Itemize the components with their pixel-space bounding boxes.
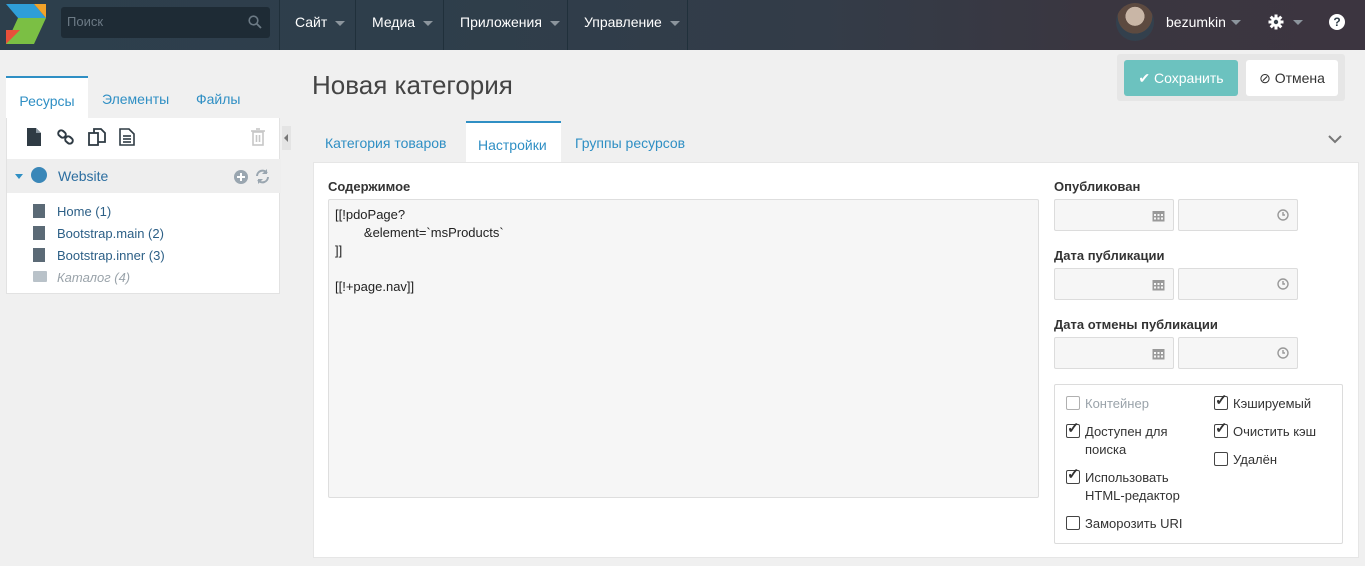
pubdate-label: Дата публикации	[1054, 248, 1165, 263]
nav-manage[interactable]: Управление	[584, 0, 680, 50]
left-tabs: Ресурсы Элементы Файлы	[6, 76, 280, 118]
page-title: Новая категория	[312, 70, 513, 100]
tree-item[interactable]: Каталог (4)	[57, 270, 130, 285]
unpubdate-date-field[interactable]	[1054, 337, 1174, 369]
chevron-down-icon	[549, 20, 560, 26]
clock-icon[interactable]	[1277, 209, 1289, 221]
help-icon[interactable]: ?	[1329, 14, 1345, 30]
checkmark-icon: ✓	[1067, 466, 1080, 483]
caret-down-icon[interactable]	[15, 174, 23, 179]
calendar-icon[interactable]	[1152, 209, 1165, 222]
content-label: Содержимое	[328, 179, 411, 194]
chevron-down-icon[interactable]	[1293, 20, 1303, 25]
tree-item[interactable]: Home (1)	[57, 204, 111, 219]
chevron-down-icon[interactable]	[1328, 134, 1342, 144]
cancel-button[interactable]: ⊘ Отмена	[1246, 60, 1338, 96]
clock-icon[interactable]	[1277, 347, 1289, 359]
username[interactable]: bezumkin	[1166, 14, 1226, 30]
chevron-down-icon	[669, 20, 680, 26]
resource-tree-panel: Website Home (1) Bootstrap.main (2) Boot…	[6, 118, 281, 294]
checkmark-icon: ✓	[1215, 392, 1228, 409]
checkmark-icon: ✓	[1215, 420, 1228, 437]
modx-logo[interactable]	[6, 4, 46, 44]
tab-settings[interactable]: Настройки	[466, 121, 561, 162]
new-document-icon[interactable]	[26, 128, 42, 146]
tree-item[interactable]: Bootstrap.main (2)	[57, 226, 164, 241]
trash-icon[interactable]	[250, 128, 266, 146]
calendar-icon[interactable]	[1152, 278, 1165, 291]
refresh-icon[interactable]	[255, 169, 270, 184]
chevron-down-icon	[335, 20, 346, 26]
clock-icon[interactable]	[1277, 278, 1289, 290]
document-icon	[33, 204, 45, 218]
published-date-field[interactable]	[1054, 199, 1174, 231]
chevron-down-icon	[423, 20, 434, 26]
nav-site[interactable]: Сайт	[295, 0, 346, 50]
document-icon	[33, 248, 45, 262]
document-text-icon[interactable]	[119, 128, 135, 146]
tab-resources[interactable]: Ресурсы	[6, 76, 88, 118]
ban-icon: ⊘	[1259, 70, 1275, 86]
gear-icon[interactable]	[1268, 14, 1284, 30]
add-circle-icon[interactable]	[234, 170, 248, 184]
published-time-field[interactable]	[1178, 199, 1298, 231]
unpubdate-time-field[interactable]	[1178, 337, 1298, 369]
content-textarea[interactable]: [[!pdoPage? &element=`msProducts` ]] [[!…	[328, 199, 1039, 498]
tab-resource-groups[interactable]: Группы ресурсов	[563, 121, 697, 162]
tab-files[interactable]: Файлы	[196, 76, 240, 118]
tab-product-category[interactable]: Категория товаров	[313, 121, 458, 162]
pubdate-time-field[interactable]	[1178, 268, 1298, 300]
nav-media[interactable]: Медиа	[372, 0, 434, 50]
search-icon[interactable]	[248, 15, 262, 29]
unpubdate-label: Дата отмены публикации	[1054, 317, 1218, 332]
save-button[interactable]: ✔ Сохранить	[1124, 60, 1238, 96]
document-icon	[33, 226, 45, 240]
published-label: Опубликован	[1054, 179, 1141, 194]
nav-apps[interactable]: Приложения	[460, 0, 560, 50]
check-icon: ✔	[1138, 70, 1155, 86]
search-input[interactable]: Поиск	[61, 7, 270, 38]
tab-elements[interactable]: Элементы	[102, 76, 169, 118]
globe-icon	[31, 167, 47, 183]
site-name[interactable]: Website	[58, 168, 108, 184]
copy-icon[interactable]	[88, 128, 106, 146]
search-placeholder: Поиск	[67, 14, 104, 29]
chevron-down-icon[interactable]	[1231, 20, 1241, 25]
calendar-icon[interactable]	[1152, 347, 1165, 360]
tree-item[interactable]: Bootstrap.inner (3)	[57, 248, 165, 263]
avatar[interactable]	[1116, 3, 1154, 41]
top-navbar: Поиск Сайт Медиа Приложения Управление b…	[0, 0, 1365, 50]
link-icon[interactable]	[57, 128, 75, 146]
tree-site-row[interactable]: Website	[7, 159, 281, 193]
folder-icon	[33, 271, 47, 282]
collapse-sidebar-button[interactable]	[282, 126, 291, 150]
checkmark-icon: ✓	[1067, 420, 1080, 437]
pubdate-date-field[interactable]	[1054, 268, 1174, 300]
